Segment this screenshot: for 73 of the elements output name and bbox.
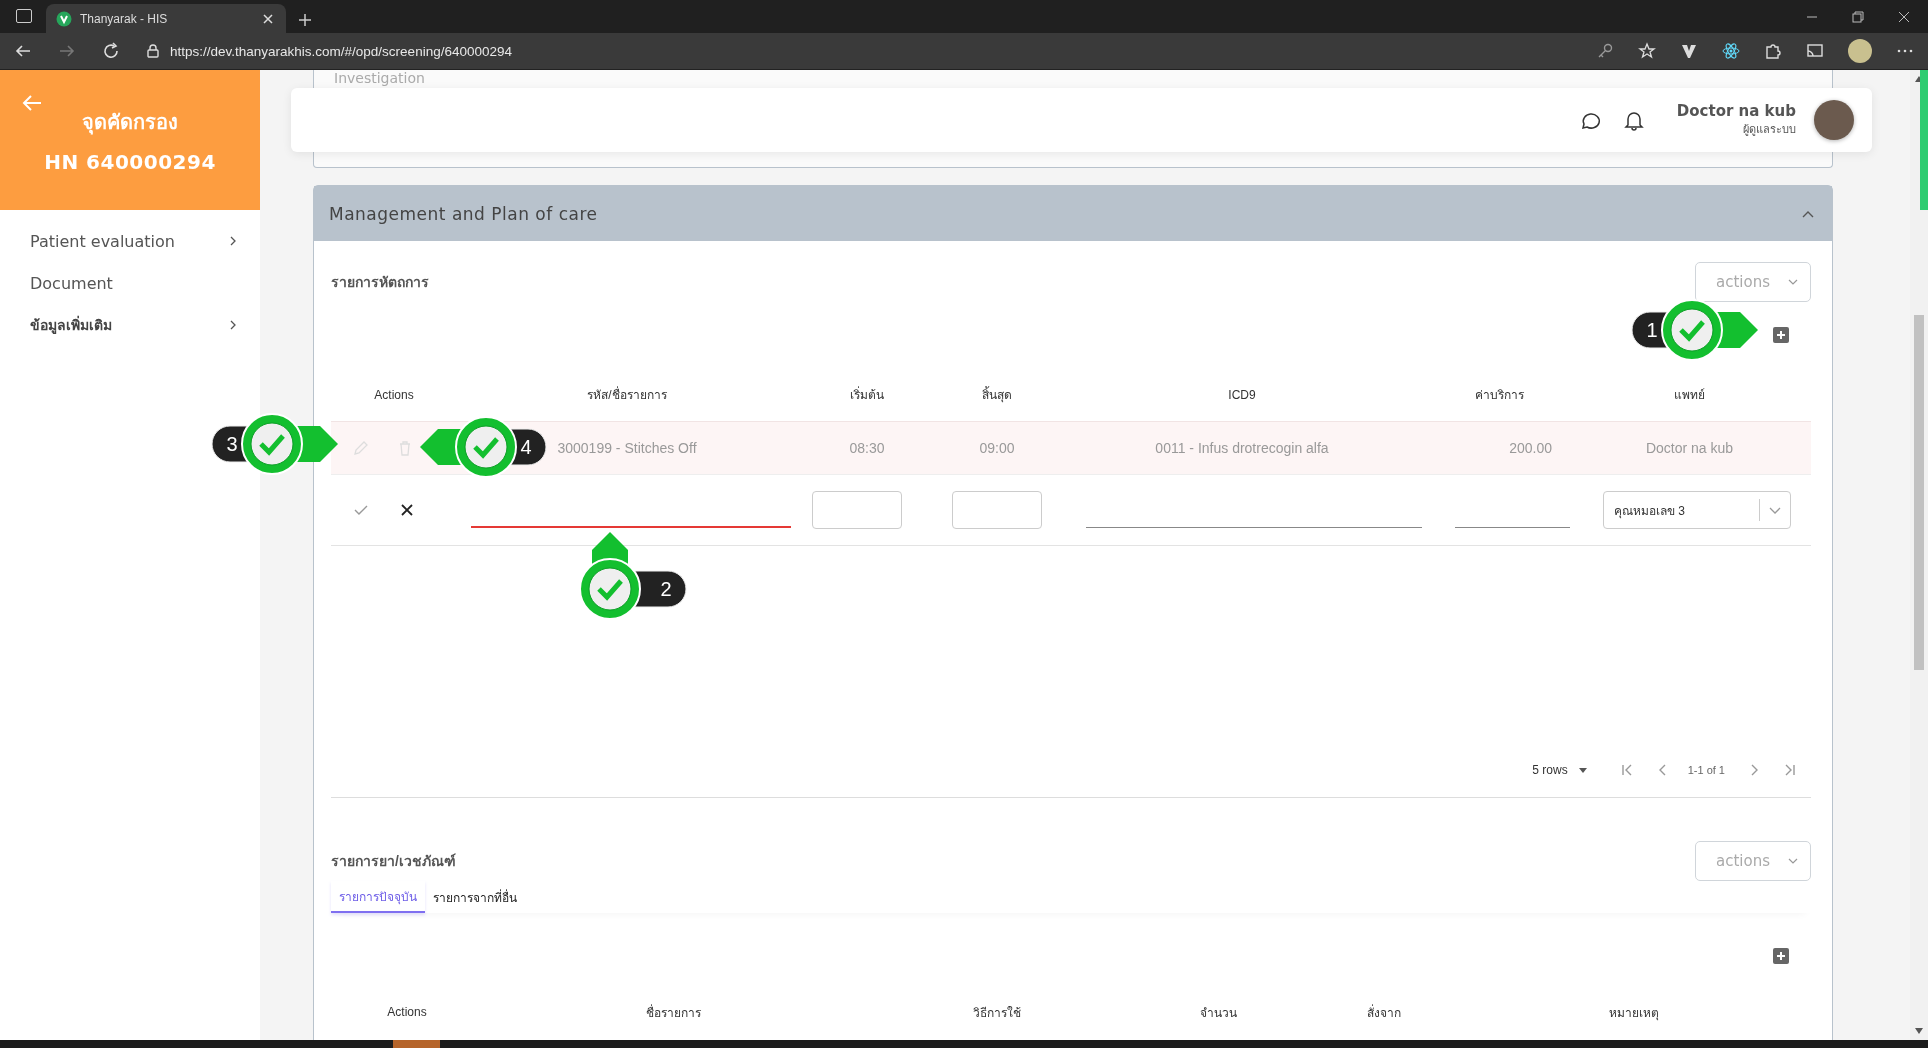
section-title: Investigation bbox=[334, 70, 426, 87]
step-callout: 1 bbox=[1630, 298, 1760, 362]
scroll-thumb[interactable] bbox=[1914, 315, 1924, 670]
table-cell: 200.00 bbox=[1509, 440, 1552, 456]
add-icon[interactable] bbox=[1773, 327, 1789, 343]
chevron-right-icon bbox=[228, 320, 238, 330]
column-header: สิ้นสุด bbox=[981, 385, 1013, 404]
last-page-icon[interactable] bbox=[1783, 763, 1797, 777]
chevron-right-icon bbox=[228, 236, 238, 246]
column-header: แพทย์ bbox=[1673, 387, 1706, 404]
profile-avatar[interactable] bbox=[1848, 39, 1872, 63]
table-cell: 08:30 bbox=[849, 440, 885, 456]
scroll-down-icon[interactable] bbox=[1915, 1028, 1923, 1034]
section-title: รายการหัตถการ bbox=[331, 273, 429, 292]
chevron-down-icon bbox=[1788, 277, 1798, 287]
cast-icon[interactable] bbox=[1806, 42, 1824, 60]
column-header: Actions bbox=[373, 387, 415, 402]
tab[interactable]: รายการปัจจุบัน bbox=[331, 881, 425, 913]
site-logo-icon bbox=[56, 10, 72, 27]
column-header: หมายเหตุ bbox=[1608, 1004, 1660, 1022]
bell-icon[interactable] bbox=[1622, 109, 1645, 131]
close-icon[interactable] bbox=[399, 502, 415, 518]
user-name: Doctor na kub bbox=[1676, 102, 1796, 120]
new-tab-icon[interactable] bbox=[298, 13, 312, 27]
add-icon[interactable] bbox=[1773, 948, 1789, 964]
table-cell: Doctor na kub bbox=[1645, 440, 1734, 456]
column-header: Actions bbox=[386, 1005, 428, 1019]
start-time-field[interactable] bbox=[812, 491, 902, 529]
step-callout: 4 bbox=[418, 415, 548, 479]
table-cell: 09:00 bbox=[979, 440, 1015, 456]
table-cell: 0011 - Infus drotrecogin alfa bbox=[1155, 440, 1329, 456]
column-header: เริ่มต้น bbox=[849, 385, 885, 404]
user-role: ผู้ดูแลระบบ bbox=[1743, 122, 1796, 138]
column-header: จำนวน bbox=[1199, 1004, 1238, 1022]
sidebar-item[interactable]: ข้อมูลเพิ่มเติม bbox=[0, 304, 260, 346]
reload-icon[interactable] bbox=[102, 42, 120, 60]
page-range: 1-1 of 1 bbox=[1687, 764, 1725, 776]
doctor-select[interactable]: คุณหมอเลข 3 bbox=[1603, 491, 1791, 529]
tab-actions-icon[interactable] bbox=[16, 9, 32, 23]
column-header: สั่งจาก bbox=[1365, 1003, 1402, 1022]
lock-icon bbox=[146, 44, 160, 58]
station-title: จุดคัดกรอง bbox=[82, 109, 178, 137]
tab[interactable]: รายการจากที่อื่น bbox=[425, 881, 525, 913]
end-time-field[interactable] bbox=[952, 491, 1042, 529]
extension-v-icon[interactable] bbox=[1680, 42, 1698, 60]
step-callout: 2 bbox=[578, 530, 688, 622]
column-header: รหัส/ชื่อรายการ bbox=[586, 385, 668, 404]
key-icon[interactable] bbox=[1596, 42, 1614, 60]
step-callout: 3 bbox=[210, 412, 340, 476]
table-cell: 3000199 - Stitches Off bbox=[557, 440, 697, 456]
hn-number: HN 640000294 bbox=[44, 150, 216, 174]
restore-icon[interactable] bbox=[1852, 11, 1864, 23]
close-icon[interactable] bbox=[1898, 11, 1910, 23]
tab-title: Thanyarak - HIS bbox=[80, 11, 169, 26]
column-header: ICD9 bbox=[1227, 387, 1257, 402]
first-page-icon[interactable] bbox=[1619, 763, 1634, 777]
panel-header[interactable]: Management and Plan of care bbox=[314, 186, 1832, 241]
browser-tab[interactable]: Thanyarak - HIS bbox=[46, 4, 286, 33]
column-header: ค่าบริการ bbox=[1474, 387, 1525, 404]
column-header: ชื่อรายการ bbox=[644, 1003, 702, 1022]
sidebar-item[interactable]: Patient evaluation bbox=[0, 220, 260, 262]
user-avatar[interactable] bbox=[1814, 100, 1854, 140]
panel-title: Management and Plan of care bbox=[329, 203, 598, 224]
puzzle-icon[interactable] bbox=[1764, 42, 1782, 60]
atom-icon[interactable] bbox=[1722, 42, 1740, 60]
chevron-down-icon bbox=[1788, 856, 1798, 866]
scroll-up-icon[interactable] bbox=[1915, 76, 1923, 82]
rows-per-page-select[interactable]: 5 rows bbox=[1532, 763, 1568, 777]
dropdown-triangle-icon[interactable] bbox=[1577, 765, 1588, 775]
column-header: วิธีการใช้ bbox=[972, 1004, 1022, 1022]
section-title: รายการยา/เวชภัณฑ์ bbox=[331, 852, 456, 871]
sidebar-item[interactable]: Document bbox=[0, 262, 260, 304]
favorite-star-icon[interactable] bbox=[1638, 42, 1656, 60]
